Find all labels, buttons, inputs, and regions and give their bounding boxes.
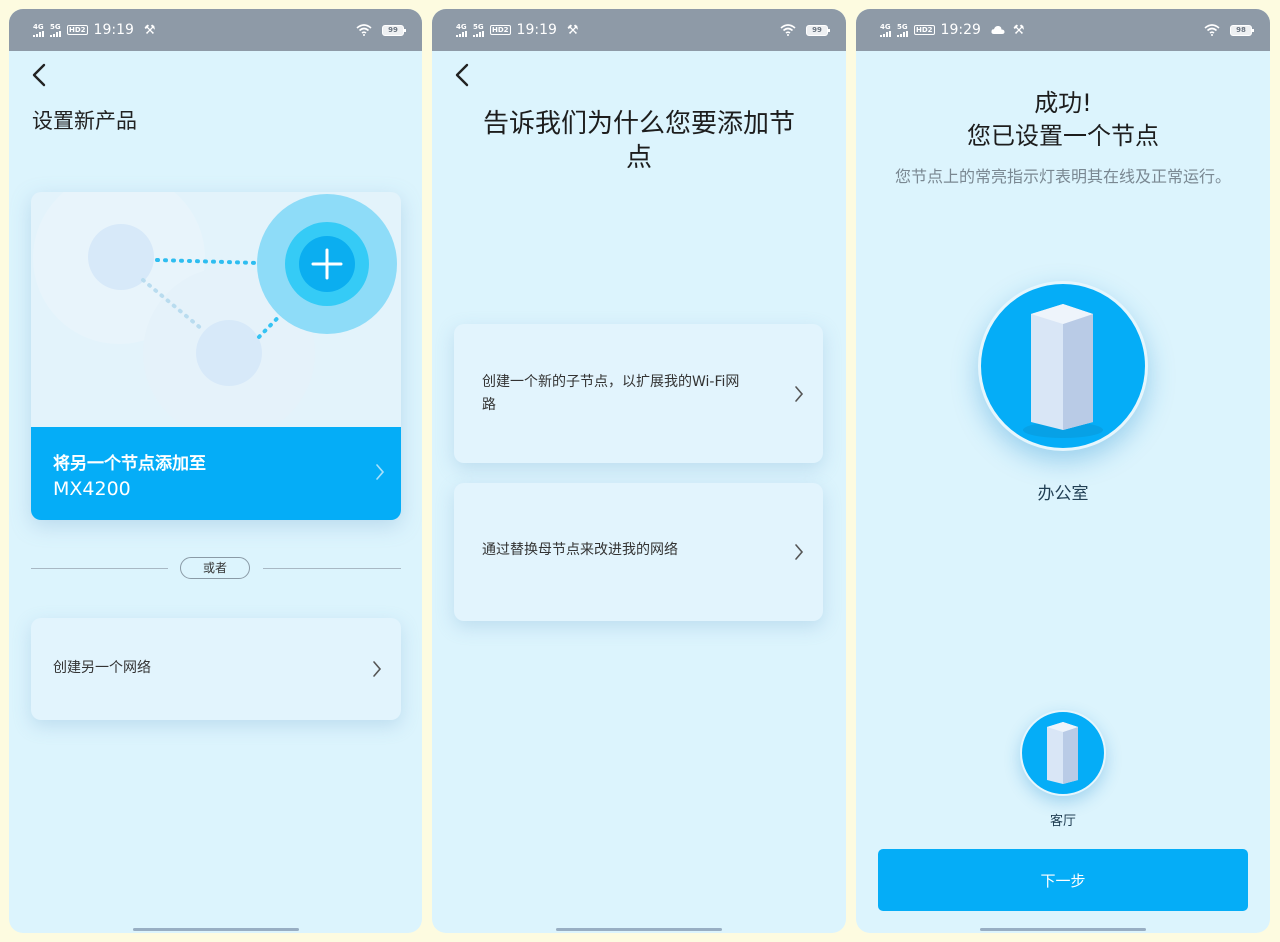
wifi-icon (1204, 24, 1220, 36)
divider-right (263, 568, 401, 569)
signal-5g-icon: 5G (473, 23, 484, 37)
page-title: 设置新产品 (32, 109, 137, 133)
hd-voice-icon: HD2 (914, 25, 935, 35)
chevron-right-icon (376, 464, 385, 480)
divider-left (31, 568, 168, 569)
page-title: 告诉我们为什么您要添加节点 (482, 109, 795, 173)
node-network-illustration (33, 192, 397, 427)
router-node-icon (1023, 304, 1103, 438)
option-replace-parent-label: 通过替换母节点来改进我的网络 (482, 542, 678, 558)
home-indicator[interactable] (133, 928, 299, 931)
hd-voice-icon: HD2 (490, 25, 511, 35)
back-arrow-icon[interactable] (454, 63, 470, 87)
home-indicator[interactable] (980, 928, 1146, 931)
router-node-icon (1047, 722, 1078, 784)
option-extend-wifi[interactable]: 创建一个新的子节点，以扩展我的Wi-Fi网路 (454, 324, 823, 463)
signal-4g-icon: 4G (33, 23, 44, 37)
back-arrow-icon[interactable] (31, 63, 47, 87)
success-subtitle: 您节点上的常亮指示灯表明其在线及正常运行。 (894, 167, 1231, 186)
node-living-room-label: 客厅 (1049, 814, 1076, 829)
success-heading: 成功! (1034, 89, 1092, 117)
status-bar: 4G 5G HD2 19:19 ⚒ 99 (9, 9, 422, 51)
node-setup-heading: 您已设置一个节点 (967, 122, 1159, 150)
node-office-label: 办公室 (1037, 484, 1089, 504)
battery-icon: 99 (806, 24, 830, 36)
chevron-right-icon (373, 661, 382, 677)
screen-why-add-node: 4G 5G HD2 19:19 ⚒ 99 告诉我们为什么您要添加节点 创建一个新… (432, 9, 846, 933)
wifi-icon (356, 24, 372, 36)
screen-setup-success: 4G 5G HD2 19:29 ⚒ 98 成功! 您已设置一个节点 您节点上的常… (856, 9, 1270, 933)
option-extend-wifi-label: 创建一个新的子节点，以扩展我的Wi-Fi网路 (482, 374, 740, 413)
tools-icon: ⚒ (1012, 22, 1025, 38)
tools-icon: ⚒ (143, 22, 156, 38)
status-time: 19:29 (940, 22, 981, 38)
create-network-label: 创建另一个网络 (53, 660, 151, 676)
hd-voice-icon: HD2 (67, 25, 88, 35)
add-node-label: 将另一个节点添加至 (53, 454, 206, 474)
add-node-card[interactable]: 将另一个节点添加至 MX4200 (31, 192, 401, 520)
status-bar: 4G 5G HD2 19:19 ⚒ 99 (432, 9, 846, 51)
battery-icon: 99 (382, 24, 406, 36)
status-time: 19:19 (516, 22, 557, 38)
wifi-icon (780, 24, 796, 36)
option-replace-parent[interactable]: 通过替换母节点来改进我的网络 (454, 483, 823, 621)
home-indicator[interactable] (556, 928, 722, 931)
chevron-right-icon (795, 386, 804, 402)
create-network-button[interactable]: 创建另一个网络 (31, 618, 401, 720)
status-bar: 4G 5G HD2 19:29 ⚒ 98 (856, 9, 1270, 51)
network-name: MX4200 (53, 478, 131, 500)
screen-setup-new-product: 4G 5G HD2 19:19 ⚒ 99 设置新产品 将另一个节点添加至 MX4… (9, 9, 422, 933)
status-time: 19:19 (93, 22, 134, 38)
page-title: 成功! 您已设置一个节点 (856, 87, 1270, 153)
chevron-right-icon (795, 544, 804, 560)
next-button[interactable]: 下一步 (878, 849, 1248, 911)
signal-4g-icon: 4G (456, 23, 467, 37)
add-node-banner: 将另一个节点添加至 MX4200 (31, 427, 401, 520)
node-office-avatar (978, 281, 1148, 451)
battery-icon: 98 (1230, 24, 1254, 36)
or-separator: 或者 (180, 557, 250, 579)
tools-icon: ⚒ (566, 22, 579, 38)
signal-5g-icon: 5G (50, 23, 61, 37)
cloud-icon (991, 25, 1005, 34)
node-living-room-avatar (1020, 710, 1106, 796)
signal-5g-icon: 5G (897, 23, 908, 37)
signal-4g-icon: 4G (880, 23, 891, 37)
